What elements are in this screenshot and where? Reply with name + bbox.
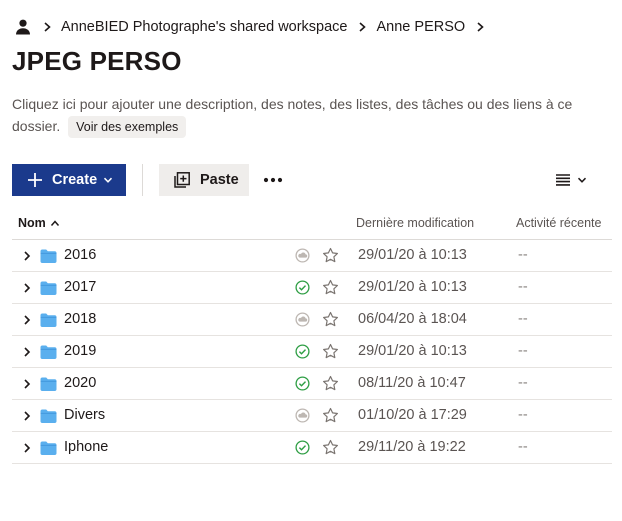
modified-date: 29/11/20 à 19:22	[358, 439, 466, 455]
list-view-icon	[556, 174, 570, 186]
breadcrumb-item-anne-perso[interactable]: Anne PERSO	[377, 19, 466, 35]
folder-icon	[40, 441, 57, 455]
more-options-icon[interactable]	[262, 170, 284, 190]
sort-up-icon	[50, 220, 59, 226]
online-only-cloud-icon	[295, 408, 310, 423]
plus-icon	[28, 173, 42, 187]
paste-icon	[174, 172, 190, 188]
folder-name[interactable]: Iphone	[64, 439, 108, 455]
chevron-right-icon[interactable]	[475, 22, 485, 32]
table-body: 2016 29/01/20 à 10:13 -- 2017 29/01/20 à…	[12, 240, 612, 464]
table-row[interactable]: 2018 06/04/20 à 18:04 --	[12, 304, 612, 336]
paste-button[interactable]: Paste	[159, 164, 249, 196]
recent-activity: --	[518, 407, 528, 423]
synced-check-icon	[295, 344, 310, 359]
see-examples-button[interactable]: Voir des exemples	[68, 116, 187, 138]
breadcrumb: AnneBIED Photographe's shared workspace …	[14, 14, 494, 40]
create-label: Create	[52, 172, 98, 188]
file-table: Nom Dernière modification Activité récen…	[12, 208, 612, 464]
table-row[interactable]: Iphone 29/11/20 à 19:22 --	[12, 432, 612, 464]
recent-activity: --	[518, 247, 528, 263]
folder-name[interactable]: 2016	[64, 247, 96, 263]
chevron-right-icon	[358, 22, 368, 32]
chevron-down-icon	[104, 177, 113, 183]
chevron-right-icon[interactable]	[22, 283, 32, 293]
table-row[interactable]: 2020 08/11/20 à 10:47 --	[12, 368, 612, 400]
modified-date: 06/04/20 à 18:04	[358, 311, 467, 327]
folder-icon	[40, 345, 57, 359]
folder-name[interactable]: Divers	[64, 407, 105, 423]
folder-description[interactable]: Cliquez ici pour ajouter une description…	[12, 93, 602, 138]
star-icon[interactable]	[322, 375, 339, 392]
star-icon[interactable]	[322, 407, 339, 424]
paste-label: Paste	[200, 172, 239, 188]
modified-date: 29/01/20 à 10:13	[358, 343, 467, 359]
synced-check-icon	[295, 280, 310, 295]
folder-icon	[40, 249, 57, 263]
chevron-right-icon	[42, 22, 52, 32]
chevron-right-icon[interactable]	[22, 251, 32, 261]
folder-name[interactable]: 2018	[64, 311, 96, 327]
recent-activity: --	[518, 343, 528, 359]
folder-icon	[40, 377, 57, 391]
table-row[interactable]: 2016 29/01/20 à 10:13 --	[12, 240, 612, 272]
chevron-down-icon	[577, 177, 587, 183]
modified-date: 01/10/20 à 17:29	[358, 407, 467, 423]
star-icon[interactable]	[322, 279, 339, 296]
chevron-right-icon[interactable]	[22, 443, 32, 453]
folder-icon	[40, 313, 57, 327]
chevron-right-icon[interactable]	[22, 411, 32, 421]
recent-activity: --	[518, 439, 528, 455]
recent-activity: --	[518, 375, 528, 391]
table-header: Nom Dernière modification Activité récen…	[12, 208, 612, 240]
toolbar: Create Paste	[12, 164, 612, 196]
table-row[interactable]: 2017 29/01/20 à 10:13 --	[12, 272, 612, 304]
column-header-name[interactable]: Nom	[18, 216, 60, 230]
synced-check-icon	[295, 440, 310, 455]
online-only-cloud-icon	[295, 248, 310, 263]
create-button[interactable]: Create	[12, 164, 126, 196]
page-title: JPEG PERSO	[12, 46, 182, 76]
modified-date: 08/11/20 à 10:47	[358, 375, 466, 391]
synced-check-icon	[295, 376, 310, 391]
breadcrumb-item-workspace[interactable]: AnneBIED Photographe's shared workspace	[61, 19, 348, 35]
chevron-right-icon[interactable]	[22, 379, 32, 389]
folder-name[interactable]: 2019	[64, 343, 96, 359]
view-options-button[interactable]	[555, 170, 591, 190]
folder-icon	[40, 281, 57, 295]
column-header-activity[interactable]: Activité récente	[516, 216, 601, 230]
folder-icon	[40, 409, 57, 423]
column-header-modified[interactable]: Dernière modification	[356, 216, 474, 230]
modified-date: 29/01/20 à 10:13	[358, 279, 467, 295]
recent-activity: --	[518, 279, 528, 295]
star-icon[interactable]	[322, 439, 339, 456]
online-only-cloud-icon	[295, 312, 310, 327]
person-icon[interactable]	[14, 18, 32, 36]
star-icon[interactable]	[322, 247, 339, 264]
modified-date: 29/01/20 à 10:13	[358, 247, 467, 263]
table-row[interactable]: Divers 01/10/20 à 17:29 --	[12, 400, 612, 432]
folder-name[interactable]: 2017	[64, 279, 96, 295]
star-icon[interactable]	[322, 343, 339, 360]
chevron-right-icon[interactable]	[22, 315, 32, 325]
chevron-right-icon[interactable]	[22, 347, 32, 357]
recent-activity: --	[518, 311, 528, 327]
table-row[interactable]: 2019 29/01/20 à 10:13 --	[12, 336, 612, 368]
folder-name[interactable]: 2020	[64, 375, 96, 391]
star-icon[interactable]	[322, 311, 339, 328]
toolbar-divider	[142, 164, 143, 196]
